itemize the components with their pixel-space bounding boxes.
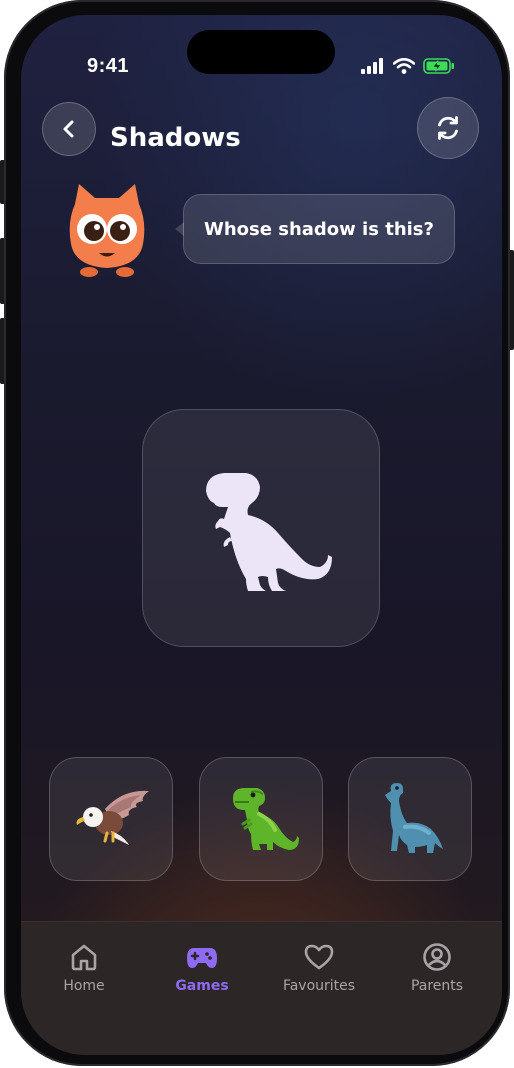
- dynamic-island: [187, 30, 335, 74]
- tab-favourites[interactable]: Favourites: [269, 942, 369, 994]
- t-rex-silhouette: [206, 473, 332, 591]
- brachiosaurus-icon: [385, 783, 443, 853]
- chevron-left-icon: [63, 120, 74, 138]
- choice-t-rex[interactable]: [199, 757, 323, 881]
- home-icon: [71, 944, 97, 971]
- screen: 9:41 Shadows Whose shadow is this? Home …: [21, 15, 502, 1055]
- shadow-card: [142, 409, 380, 647]
- restart-button[interactable]: [417, 97, 479, 159]
- tab-label-home: Home: [63, 978, 105, 994]
- tab-home[interactable]: Home: [34, 942, 134, 994]
- page-title: Shadows: [110, 123, 241, 153]
- tab-bar: Home Games Favourites Parents: [21, 921, 502, 1055]
- choice-brachiosaurus[interactable]: [348, 757, 472, 881]
- tab-label-favourites: Favourites: [282, 978, 356, 994]
- tab-label-parents: Parents: [410, 978, 464, 994]
- status-time: 9:41: [87, 55, 130, 77]
- gamepad-icon: [187, 948, 217, 968]
- signal-icon: [361, 58, 383, 74]
- back-button[interactable]: [42, 102, 96, 156]
- status-icons: [361, 55, 455, 77]
- refresh-icon: [438, 116, 458, 140]
- speech-bubble: Whose shadow is this?: [183, 194, 455, 264]
- tab-label-games: Games: [175, 978, 229, 994]
- tab-games[interactable]: Games: [152, 942, 252, 994]
- choice-eagle[interactable]: [49, 757, 173, 881]
- tab-parents[interactable]: Parents: [387, 942, 487, 994]
- mascot-avatar: [69, 184, 145, 277]
- battery-charging-icon: [423, 58, 454, 74]
- eagle-icon: [76, 790, 149, 845]
- user-icon: [423, 943, 451, 971]
- t-rex-icon: [233, 788, 299, 850]
- heart-icon: [304, 944, 334, 970]
- phone-frame: 9:41 Shadows Whose shadow is this? Home …: [4, 0, 510, 1066]
- wifi-icon: [393, 58, 415, 74]
